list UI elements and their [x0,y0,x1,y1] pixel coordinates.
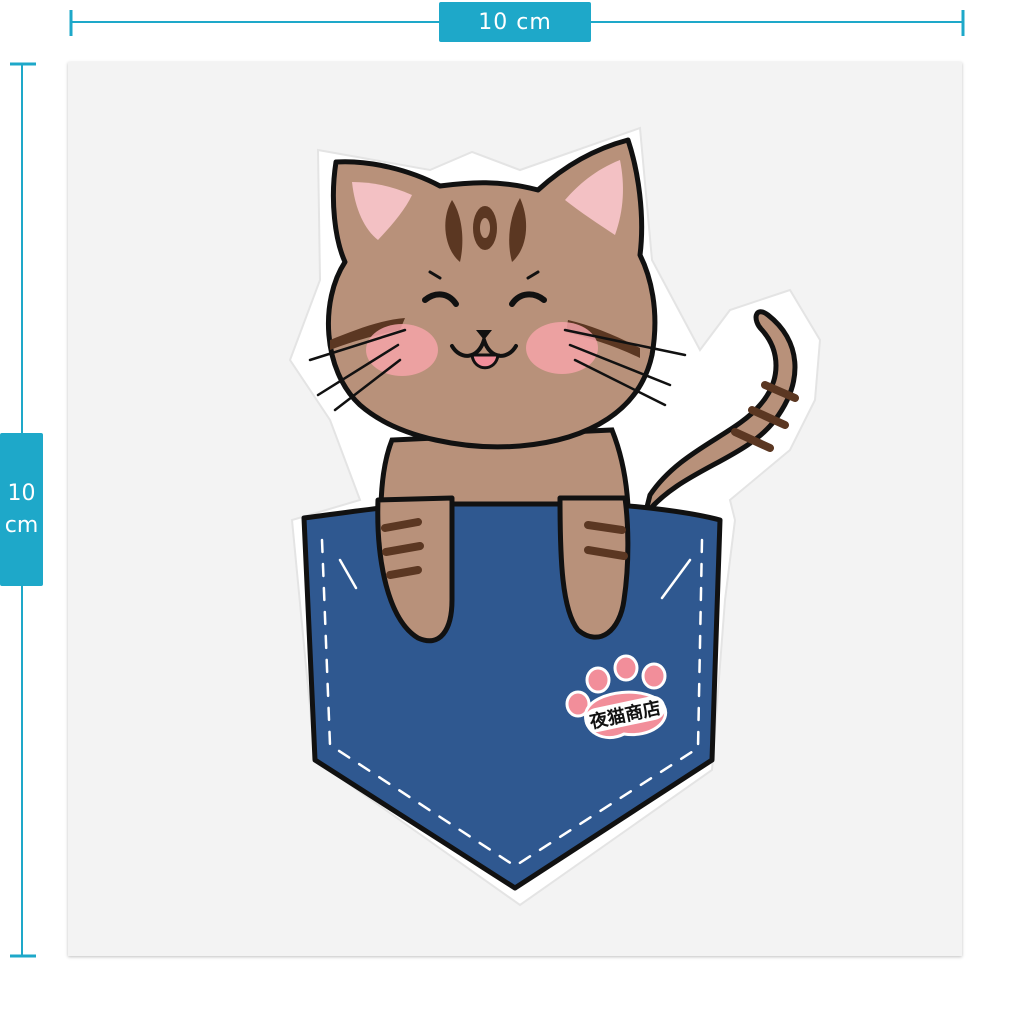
cat-tongue [470,353,500,370]
denim-pocket [301,501,723,891]
cat-right-paw [557,495,631,640]
cat-head [308,137,687,450]
cat-in-pocket-sticker: 夜猫商店 [288,126,822,907]
